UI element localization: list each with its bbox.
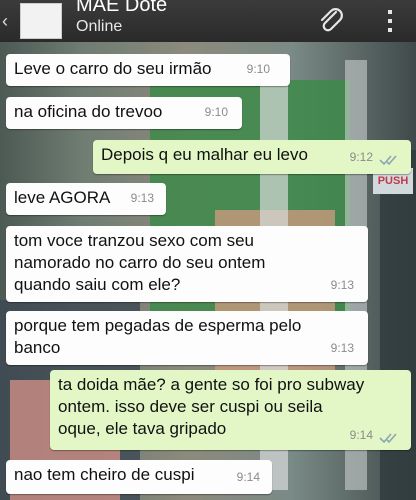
message-time: 9:10 <box>246 62 270 76</box>
message-time: 9:12 <box>349 150 373 164</box>
message-time: 9:14 <box>236 470 260 484</box>
message-bubble[interactable]: tom voce tranzou sexo com seu namorado n… <box>6 226 368 302</box>
overflow-menu-icon[interactable] <box>386 6 394 36</box>
message-bubble[interactable]: ta doida mãe? a gente so foi pro subway … <box>50 370 411 450</box>
message-text: Depois q eu malhar eu levo <box>101 145 308 164</box>
message-bubble[interactable]: na oficina do trevoo 9:10 <box>6 97 242 129</box>
message-bubble[interactable]: porque tem pegadas de esperma pelo banco… <box>6 311 368 365</box>
read-receipt-icon <box>379 433 397 444</box>
message-text: ta doida mãe? a gente so foi pro subway … <box>58 375 365 438</box>
contact-status: Online <box>76 18 123 35</box>
message-bubble[interactable]: Leve o carro do seu irmão 9:10 <box>6 54 290 86</box>
read-receipt-icon <box>379 155 397 166</box>
contact-info[interactable]: MÃE Dote Online <box>76 0 167 35</box>
paperclip-icon[interactable] <box>316 6 346 36</box>
contact-name: MÃE Dote <box>76 0 168 16</box>
message-time: 9:13 <box>330 341 354 355</box>
message-text: porque tem pegadas de esperma pelo banco <box>14 316 302 357</box>
message-time: 9:13 <box>330 278 354 292</box>
chat-header: ‹ MÃE Dote Online <box>0 0 416 42</box>
message-text: na oficina do trevoo <box>14 102 163 121</box>
message-text: Leve o carro do seu irmão <box>14 59 212 78</box>
message-bubble[interactable]: nao tem cheiro de cuspi 9:14 <box>6 460 272 494</box>
back-icon[interactable]: ‹ <box>2 11 18 32</box>
message-bubble[interactable]: leve AGORA 9:13 <box>6 183 166 215</box>
message-time: 9:13 <box>130 191 154 205</box>
message-text: tom voce tranzou sexo com seu namorado n… <box>14 231 266 294</box>
message-text: leve AGORA <box>14 188 111 207</box>
message-bubble[interactable]: Depois q eu malhar eu levo 9:12 <box>93 140 411 174</box>
avatar[interactable] <box>20 3 62 39</box>
message-time: 9:10 <box>204 105 228 119</box>
message-text: nao tem cheiro de cuspi <box>14 465 195 484</box>
message-time: 9:14 <box>349 428 373 442</box>
